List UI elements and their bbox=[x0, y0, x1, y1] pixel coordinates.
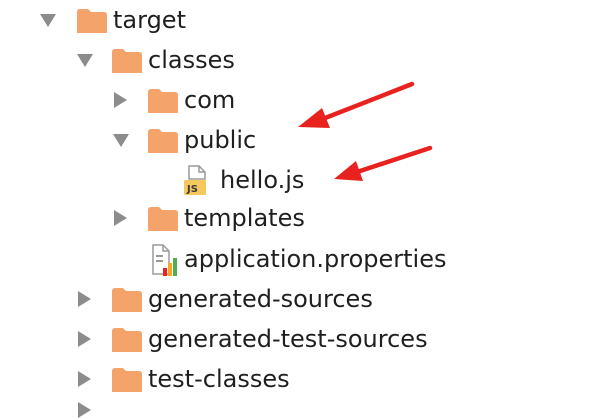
folder-icon bbox=[148, 129, 178, 153]
collapse-arrow-icon[interactable] bbox=[78, 402, 91, 418]
collapse-arrow-icon[interactable] bbox=[114, 210, 127, 226]
tree-item-label: classes bbox=[148, 46, 235, 74]
tree-row-hello-js[interactable]: JS hello.js bbox=[0, 160, 600, 200]
tree-item-label: templates bbox=[184, 204, 305, 232]
js-file-icon: JS bbox=[184, 165, 206, 195]
tree-item-label: test-classes bbox=[148, 365, 290, 393]
tree-item-label: hello.js bbox=[220, 166, 305, 194]
tree-item-label: target bbox=[113, 6, 186, 34]
tree-row-test-classes[interactable]: test-classes bbox=[0, 359, 600, 399]
folder-icon bbox=[148, 89, 178, 113]
tree-item-label: com bbox=[184, 86, 236, 114]
tree-row-classes[interactable]: classes bbox=[0, 40, 600, 80]
tree-row-public[interactable]: public bbox=[0, 120, 600, 160]
collapse-arrow-icon[interactable] bbox=[114, 92, 127, 108]
collapse-arrow-icon[interactable] bbox=[78, 371, 91, 387]
expand-arrow-icon[interactable] bbox=[113, 134, 129, 147]
folder-icon bbox=[112, 288, 142, 312]
folder-icon bbox=[112, 328, 142, 352]
tree-row-templates[interactable]: templates bbox=[0, 198, 600, 238]
properties-file-icon bbox=[152, 244, 177, 276]
folder-icon bbox=[148, 207, 178, 231]
tree-item-label: generated-sources bbox=[148, 285, 373, 313]
expand-arrow-icon[interactable] bbox=[77, 54, 93, 67]
tree-item-label: public bbox=[184, 126, 257, 154]
tree-row-com[interactable]: com bbox=[0, 80, 600, 120]
js-badge-text: JS bbox=[186, 184, 198, 195]
tree-row-generated-sources[interactable]: generated-sources bbox=[0, 279, 600, 319]
expand-arrow-icon[interactable] bbox=[40, 14, 56, 27]
tree-item-label: application.properties bbox=[184, 245, 447, 273]
folder-icon bbox=[112, 368, 142, 392]
collapse-arrow-icon[interactable] bbox=[78, 291, 91, 307]
folder-icon bbox=[112, 49, 142, 73]
collapse-arrow-icon[interactable] bbox=[78, 331, 91, 347]
folder-icon bbox=[77, 9, 107, 33]
tree-row-generated-test-sources[interactable]: generated-test-sources bbox=[0, 319, 600, 359]
tree-item-label: generated-test-sources bbox=[148, 325, 428, 353]
tree-row-target[interactable]: target bbox=[0, 0, 600, 40]
tree-row-application-properties[interactable]: application.properties bbox=[0, 239, 600, 279]
